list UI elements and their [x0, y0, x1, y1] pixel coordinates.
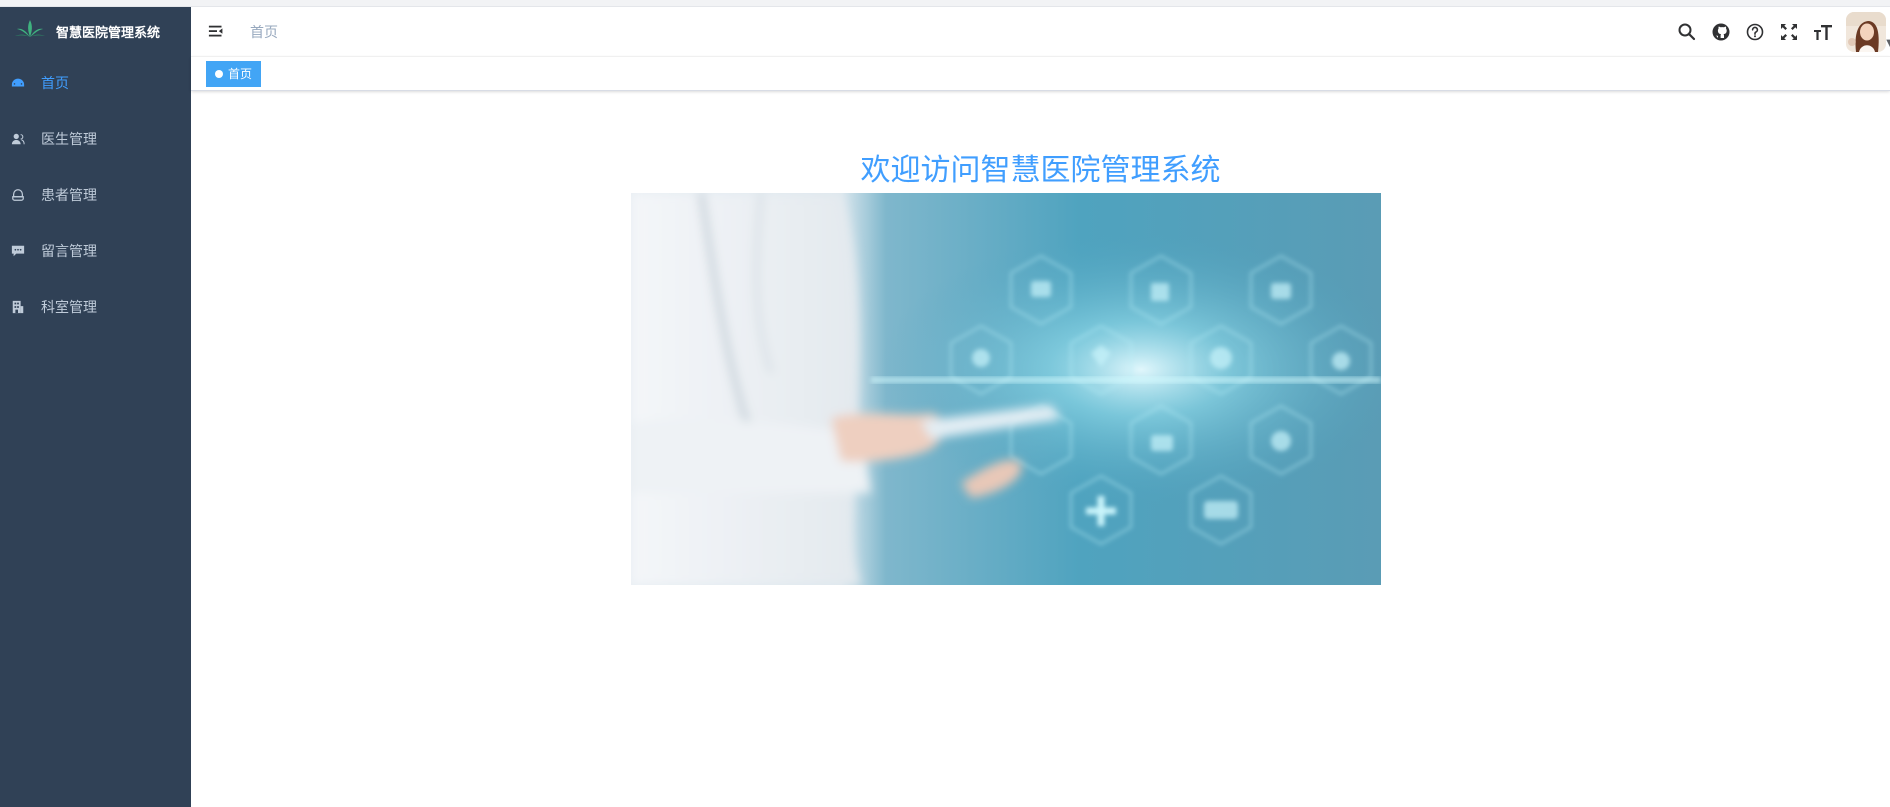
app-title: 智慧医院管理系统: [56, 25, 161, 41]
sidebar-item-label: 患者管理: [41, 188, 97, 204]
breadcrumb: 首页: [250, 24, 278, 41]
active-dot-icon: [215, 69, 223, 78]
peoples-icon: [10, 187, 26, 203]
sidebar-item-label: 科室管理: [41, 300, 97, 316]
tag-label: 首页: [228, 66, 253, 81]
sidebar-item-label: 留言管理: [41, 244, 97, 260]
hamburger-button[interactable]: [208, 22, 228, 42]
leaf-logo-icon: [14, 19, 46, 43]
dashboard-icon: [10, 75, 26, 91]
right-menu: ▼: [1670, 7, 1890, 57]
sidebar-item-doctors[interactable]: 医生管理: [0, 111, 191, 167]
sidebar: 智慧医院管理系统 首页 医生管理 患者管理 留言管理 科室管理: [0, 7, 191, 807]
main-container: 首页 首页 欢迎访问智慧医院管理系统: [191, 7, 1890, 807]
question-icon: [1746, 23, 1764, 41]
tag-home[interactable]: 首页: [206, 60, 262, 87]
message-icon: [10, 243, 26, 259]
github-icon: [1712, 23, 1730, 41]
navbar: 首页: [191, 7, 1890, 57]
sidebar-item-home[interactable]: 首页: [0, 55, 191, 111]
sidebar-item-label: 首页: [41, 76, 69, 92]
sidebar-item-patients[interactable]: 患者管理: [0, 167, 191, 223]
sidebar-menu: 首页 医生管理 患者管理 留言管理 科室管理: [0, 55, 191, 335]
caret-down-icon: ▼: [1886, 38, 1890, 49]
app-main: 欢迎访问智慧医院管理系统: [191, 91, 1890, 807]
fullscreen-button[interactable]: [1772, 7, 1806, 57]
fullscreen-icon: [1781, 24, 1797, 40]
size-select-button[interactable]: [1806, 7, 1840, 57]
sidebar-item-messages[interactable]: 留言管理: [0, 223, 191, 279]
sidebar-item-label: 医生管理: [41, 132, 97, 148]
menu-fold-icon: [208, 25, 223, 36]
sidebar-item-departments[interactable]: 科室管理: [0, 279, 191, 335]
github-link[interactable]: [1704, 7, 1738, 57]
browser-top-strip: [0, 0, 1890, 7]
tags-view: 首页: [191, 57, 1890, 91]
building-icon: [10, 299, 26, 315]
search-icon: [1678, 23, 1696, 41]
docs-button[interactable]: [1738, 7, 1772, 57]
avatar-dropdown[interactable]: ▼: [1846, 7, 1890, 57]
search-button[interactable]: [1670, 7, 1704, 57]
sidebar-logo[interactable]: 智慧医院管理系统: [0, 7, 191, 55]
text-size-icon: [1814, 25, 1832, 40]
user-icon: [10, 131, 26, 147]
hero-image: [631, 193, 1381, 585]
avatar: [1846, 12, 1886, 52]
welcome-heading: 欢迎访问智慧医院管理系统: [860, 153, 1221, 188]
